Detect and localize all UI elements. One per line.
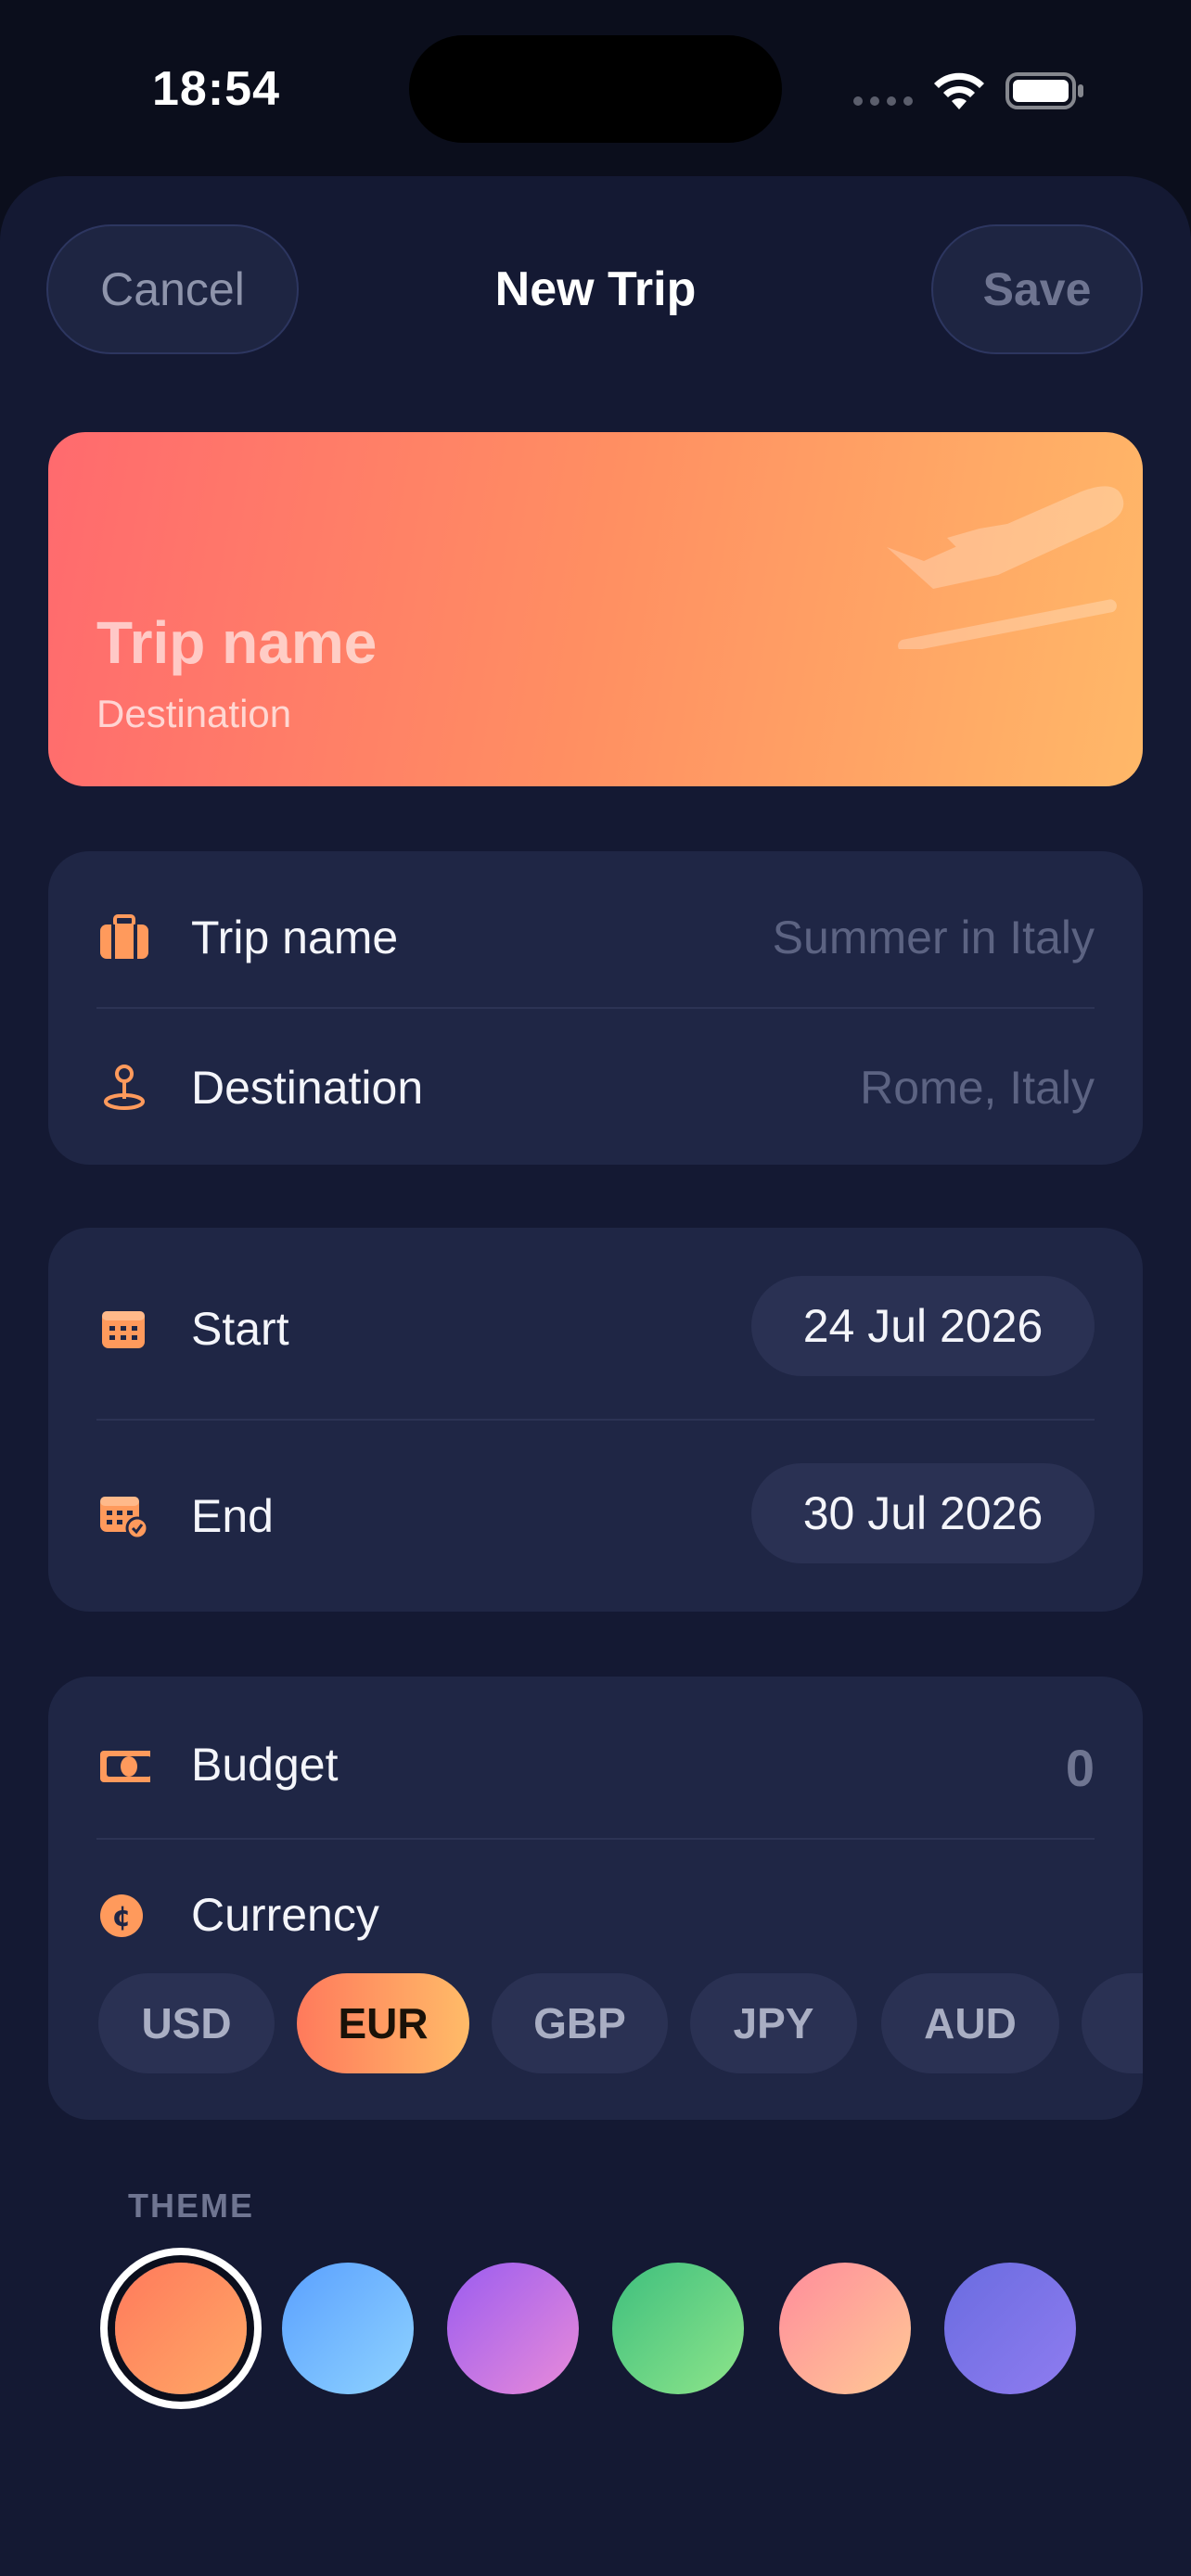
trip-preview-subtitle: Destination: [96, 692, 292, 735]
dates-card: Start 24 Jul 2026 End 30 Jul 2026: [48, 1228, 1143, 1612]
end-date-label: End: [191, 1490, 274, 1542]
suitcase-icon: [100, 914, 148, 959]
dynamic-island: [409, 35, 782, 143]
currency-chip-more[interactable]: [1082, 1973, 1143, 2073]
svg-text:¢: ¢: [112, 1901, 132, 1933]
trip-name-label: Trip name: [191, 912, 399, 963]
destination-row[interactable]: Destination Rome, Italy: [48, 1039, 1143, 1131]
currency-row: ¢ Currency: [48, 1866, 1143, 1958]
trip-preview-card: Trip name Destination: [48, 432, 1143, 786]
budget-input[interactable]: 0: [1066, 1738, 1095, 1798]
theme-swatch-5[interactable]: [779, 2263, 911, 2394]
trip-preview-title: Trip name: [96, 609, 378, 676]
battery-icon: [1005, 72, 1083, 109]
save-button[interactable]: Save: [931, 224, 1143, 354]
destination-label: Destination: [191, 1062, 424, 1114]
theme-swatch-1[interactable]: [115, 2263, 247, 2394]
currency-chip-eur[interactable]: EUR: [297, 1973, 469, 2073]
theme-swatch-3[interactable]: [447, 2263, 579, 2394]
end-date-picker[interactable]: 30 Jul 2026: [751, 1463, 1095, 1563]
divider: [96, 1419, 1095, 1421]
divider: [96, 1838, 1095, 1840]
currency-chip-aud[interactable]: AUD: [881, 1973, 1059, 2073]
calendar-check-icon: [100, 1497, 149, 1539]
currency-chip-gbp[interactable]: GBP: [492, 1973, 668, 2073]
theme-swatch-4[interactable]: [612, 2263, 744, 2394]
calendar-icon: [102, 1311, 145, 1348]
wifi-icon: [934, 72, 984, 109]
trip-details-card: Trip name Summer in Italy Destination Ro…: [48, 851, 1143, 1165]
budget-row[interactable]: Budget 0: [48, 1715, 1143, 1808]
trip-name-row[interactable]: Trip name Summer in Italy: [48, 888, 1143, 981]
map-pin-icon: [104, 1065, 145, 1110]
divider: [96, 1007, 1095, 1009]
cellular-signal-icon: [853, 96, 913, 106]
budget-card: Budget 0 ¢ Currency USD EUR GBP JPY AUD: [48, 1677, 1143, 2120]
theme-swatch-2[interactable]: [282, 2263, 414, 2394]
budget-label: Budget: [191, 1739, 339, 1791]
currency-chip-usd[interactable]: USD: [98, 1973, 275, 2073]
currency-label: Currency: [191, 1889, 379, 1941]
destination-input[interactable]: Rome, Italy: [860, 1061, 1095, 1115]
plane-departure-icon: [887, 486, 1124, 649]
start-date-picker[interactable]: 24 Jul 2026: [751, 1276, 1095, 1376]
trip-name-input[interactable]: Summer in Italy: [773, 911, 1095, 964]
theme-swatch-6[interactable]: [944, 2263, 1076, 2394]
currency-coin-icon: ¢: [100, 1894, 143, 1937]
banknote-icon: [100, 1751, 150, 1782]
theme-section-label: THEME: [128, 2187, 254, 2225]
currency-chip-jpy[interactable]: JPY: [690, 1973, 857, 2073]
status-time: 18:54: [152, 62, 280, 116]
start-date-label: Start: [191, 1303, 289, 1355]
currency-selector: USD EUR GBP JPY AUD: [98, 1973, 1143, 2075]
